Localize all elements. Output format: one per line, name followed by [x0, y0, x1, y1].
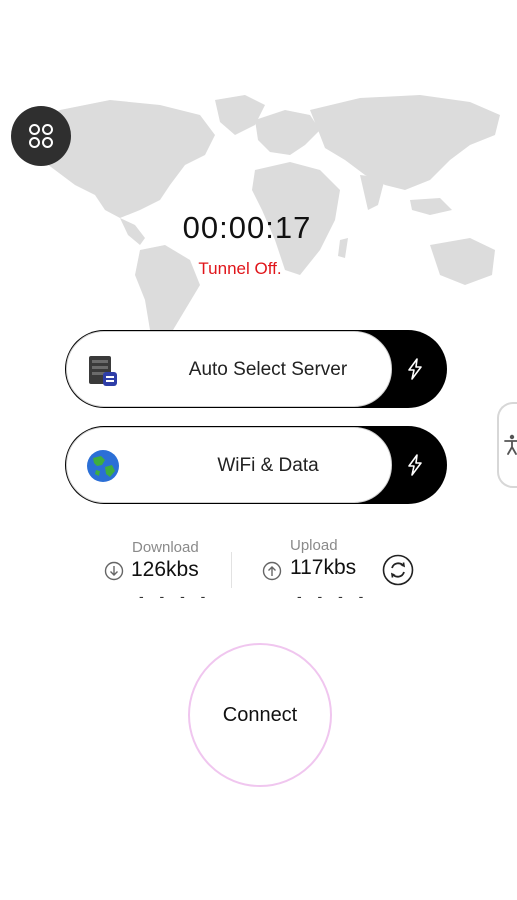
network-selector-label: WiFi & Data — [217, 455, 319, 476]
menu-button[interactable] — [11, 106, 71, 166]
bolt-icon[interactable] — [403, 453, 427, 477]
server-selector-label: Auto Select Server — [188, 359, 348, 380]
network-selector-body[interactable]: WiFi & Data — [66, 427, 392, 503]
download-arrow-icon — [104, 561, 124, 581]
globe-icon — [87, 450, 119, 482]
network-selector[interactable]: WiFi & Data — [65, 426, 447, 504]
accessibility-icon — [504, 434, 517, 455]
connection-timer: 00:00:17 — [182, 210, 312, 245]
accessibility-tab[interactable] — [497, 402, 517, 488]
upload-arrow-icon — [262, 561, 282, 581]
connect-button[interactable]: Connect — [188, 643, 332, 787]
stats-divider — [231, 552, 232, 588]
grid-icon — [29, 124, 53, 148]
tunnel-status-text: Tunnel Off. — [198, 259, 282, 278]
download-value: 126kbs — [131, 558, 199, 581]
refresh-icon[interactable] — [382, 554, 414, 586]
upload-label: Upload — [290, 537, 338, 554]
download-label: Download — [132, 539, 199, 556]
bolt-icon[interactable] — [403, 357, 427, 381]
upload-placeholder: - - - - — [297, 588, 370, 604]
upload-value: 117kbs — [290, 556, 357, 579]
download-placeholder: - - - - — [139, 588, 212, 604]
server-icon — [89, 356, 117, 386]
server-selector[interactable]: Auto Select Server — [65, 330, 447, 408]
server-selector-body[interactable]: Auto Select Server — [66, 331, 392, 407]
